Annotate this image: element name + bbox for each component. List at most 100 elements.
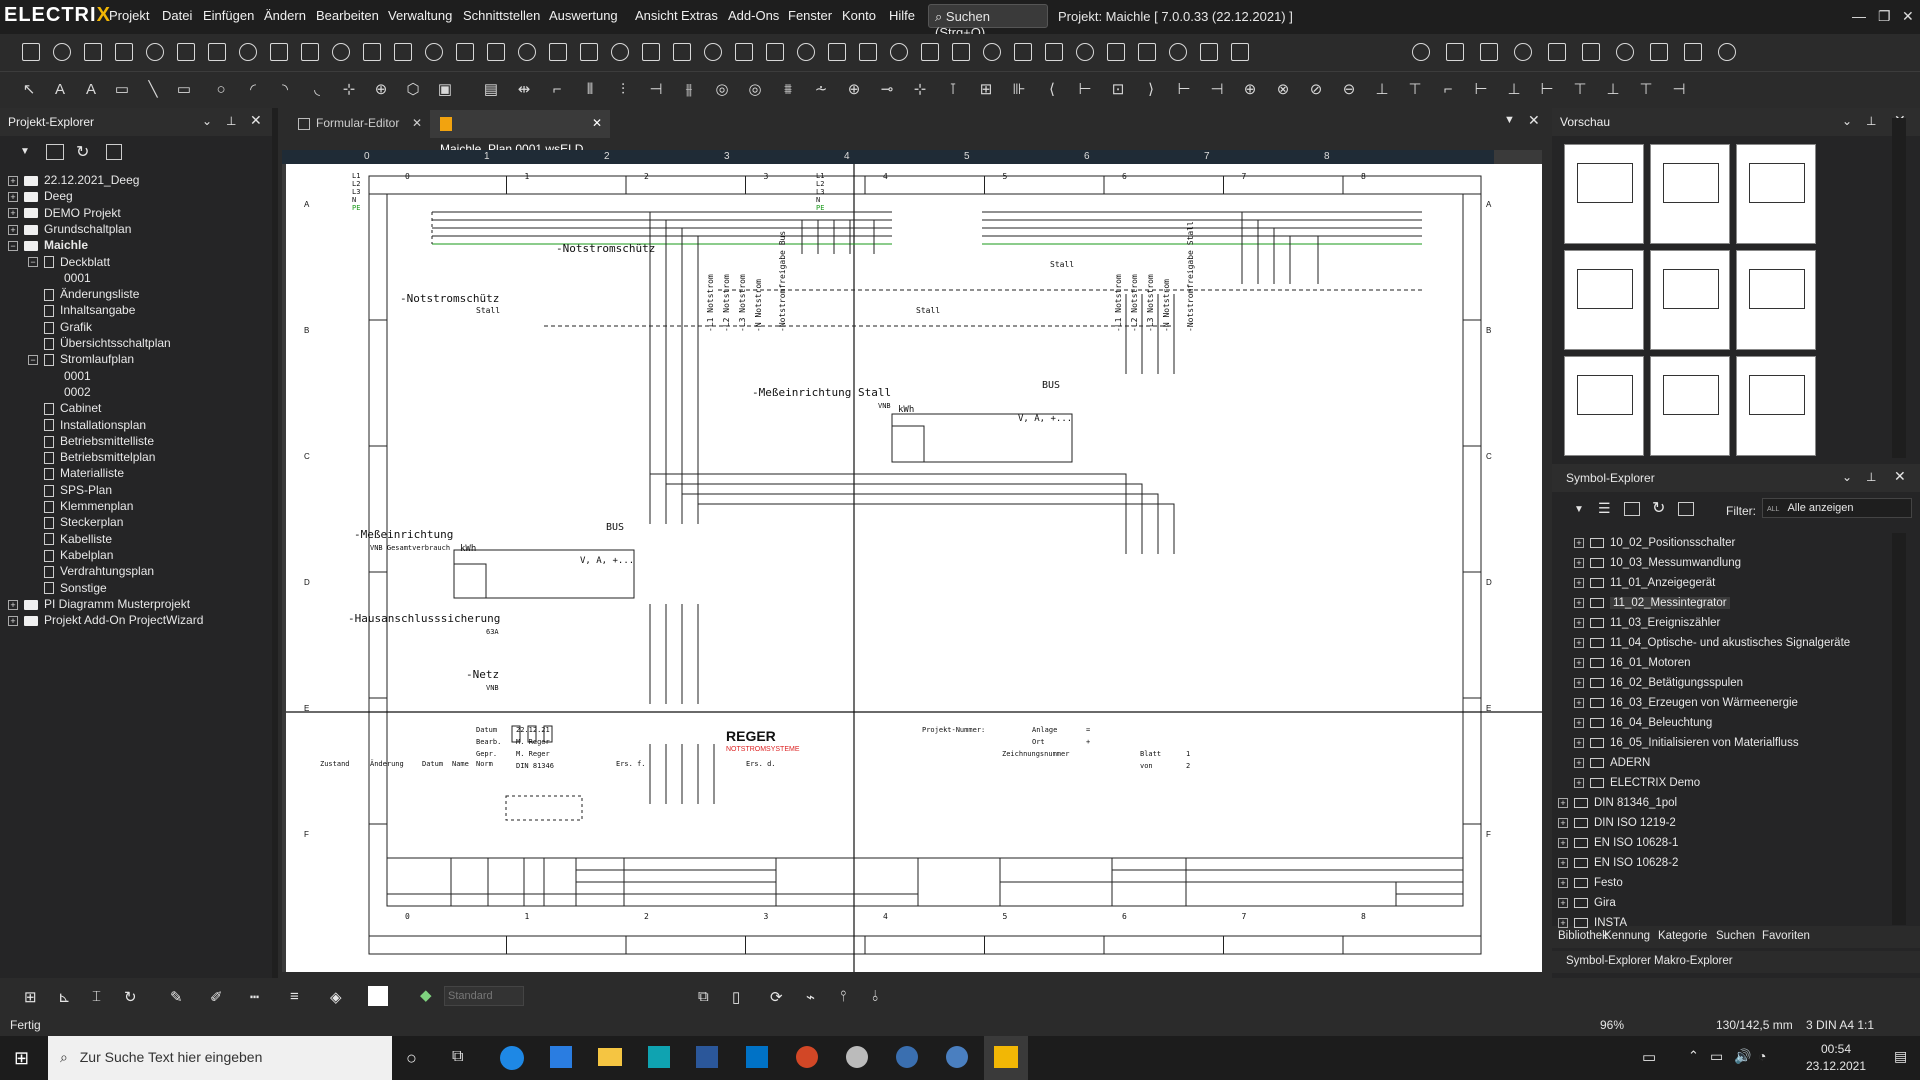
expand-icon[interactable]: +	[1574, 677, 1584, 688]
draw-tool-17-icon[interactable]: ⫴	[581, 81, 599, 99]
close-panel-icon[interactable]: ✕	[1894, 468, 1906, 485]
symbol-list-item[interactable]: + Gira	[1558, 893, 1616, 913]
symbol-preview-thumbnail[interactable]	[1564, 144, 1644, 244]
toolbar-button-38-icon[interactable]	[1200, 43, 1218, 61]
menu-6[interactable]: Schnittstellen	[463, 8, 540, 23]
symbol-preview-thumbnail[interactable]	[1650, 356, 1730, 456]
electrix-taskbar-button[interactable]	[984, 1036, 1028, 1080]
schematic-sheet[interactable]: 0 1 2 3 4 5 6 7 8 0 1 2 3 4 5 6 7 8 A B C D E F A B C D E F L1 L2 L3…	[286, 164, 1542, 972]
expand-icon[interactable]: +	[8, 208, 18, 219]
draw-tool-49-icon[interactable]: ⊤	[1637, 81, 1655, 99]
toolbar-button-16-icon[interactable]	[518, 43, 536, 61]
toolbar-button-9-icon[interactable]	[301, 43, 319, 61]
expand-icon[interactable]: +	[1574, 577, 1584, 588]
draw-tool-16-icon[interactable]: ⌐	[548, 81, 566, 99]
symbol-list-item[interactable]: + DIN ISO 1219-2	[1558, 813, 1676, 833]
copy-icon[interactable]	[1678, 502, 1694, 516]
symbol-preview-thumbnail[interactable]	[1650, 250, 1730, 350]
refresh-icon[interactable]: ↻	[76, 142, 89, 162]
symbol-preview-thumbnail[interactable]	[1564, 250, 1644, 350]
toolbar-button-8-icon[interactable]	[270, 43, 288, 61]
line-type-icon[interactable]: ┅	[250, 988, 259, 1006]
toolbar-button-13-icon[interactable]	[425, 43, 443, 61]
draw-tool-13-icon[interactable]: ▣	[436, 81, 454, 99]
expand-icon[interactable]: +	[1574, 657, 1584, 668]
cortana-icon[interactable]: ○	[406, 1048, 417, 1069]
menu-0[interactable]: Projekt	[109, 8, 149, 23]
draw-tool-3-icon[interactable]: ▭	[113, 81, 131, 99]
close-panel-icon[interactable]: ✕	[250, 112, 262, 129]
toolbar-button-22-icon[interactable]	[704, 43, 722, 61]
draw-tool-47-icon[interactable]: ⊤	[1571, 81, 1589, 99]
draw-tool-5-icon[interactable]: ▭	[175, 81, 193, 99]
refresh-icon[interactable]: ↻	[1652, 498, 1665, 518]
symbol-list-item[interactable]: + EN ISO 10628-2	[1558, 853, 1678, 873]
toolbar-button-30-icon[interactable]	[952, 43, 970, 61]
search-input[interactable]: ⌕ Suchen (Strg+Q)	[928, 4, 1048, 40]
expand-icon[interactable]: +	[8, 192, 18, 203]
menu-12[interactable]: Konto	[842, 8, 876, 23]
draw-tool-8-icon[interactable]: ◝	[276, 81, 294, 99]
expand-icon[interactable]: −	[28, 355, 38, 366]
expand-icon[interactable]: +	[8, 615, 18, 626]
filter-select[interactable]: ALL Alle anzeigen	[1762, 498, 1912, 518]
group-icon[interactable]: ⧉	[698, 988, 709, 1005]
edge-icon[interactable]	[500, 1046, 524, 1070]
task-view-icon[interactable]: ⧉	[452, 1048, 463, 1066]
symbol-list-item[interactable]: +16_03_Erzeugen von Wärmeenergie	[1574, 693, 1798, 713]
expand-icon[interactable]: +	[1558, 877, 1568, 888]
draw-tool-35-icon[interactable]: ⊢	[1175, 81, 1193, 99]
draw-tool-0-icon[interactable]: ↖	[20, 81, 38, 99]
toolbar-button-35-icon[interactable]	[1107, 43, 1125, 61]
library-tab[interactable]: Kategorie	[1658, 930, 1707, 942]
toolbar-button-14-icon[interactable]	[456, 43, 474, 61]
toolbar-button-44-icon[interactable]	[1548, 43, 1566, 61]
toolbar-button-4-icon[interactable]	[146, 43, 164, 61]
toolbar-button-33-icon[interactable]	[1045, 43, 1063, 61]
expand-icon[interactable]: +	[1574, 597, 1584, 608]
tray-display-icon[interactable]: ▭	[1710, 1048, 1723, 1065]
draw-tool-44-icon[interactable]: ⊢	[1472, 81, 1490, 99]
draw-tool-6-icon[interactable]: ○	[212, 81, 230, 99]
draw-tool-14-icon[interactable]: ▤	[482, 81, 500, 99]
windows-start-icon[interactable]: ⊞	[14, 1048, 29, 1069]
toolbar-button-40-icon[interactable]	[1412, 43, 1430, 61]
symbol-list-item[interactable]: + INSTA	[1558, 913, 1627, 933]
toolbar-button-26-icon[interactable]	[828, 43, 846, 61]
list-icon[interactable]: ☰	[1598, 500, 1611, 517]
word-icon[interactable]	[696, 1046, 718, 1068]
symbol-preview-thumbnail[interactable]	[1564, 356, 1644, 456]
toolbar-button-23-icon[interactable]	[735, 43, 753, 61]
tab-dropdown-icon[interactable]: ▼	[1504, 114, 1515, 126]
draw-tool-1-icon[interactable]: A	[51, 81, 69, 99]
toolbar-button-21-icon[interactable]	[673, 43, 691, 61]
draw-tool-38-icon[interactable]: ⊗	[1274, 81, 1292, 99]
draw-tool-22-icon[interactable]: ◎	[746, 81, 764, 99]
draw-tool-41-icon[interactable]: ⊥	[1373, 81, 1391, 99]
toolbar-button-7-icon[interactable]	[239, 43, 257, 61]
close-tab-icon[interactable]: ✕	[412, 110, 422, 136]
outlook-icon[interactable]	[746, 1046, 768, 1068]
draw-tool-21-icon[interactable]: ◎	[713, 81, 731, 99]
menu-3[interactable]: Ändern	[264, 8, 306, 23]
toolbar-button-10-icon[interactable]	[332, 43, 350, 61]
toolbar-button-18-icon[interactable]	[580, 43, 598, 61]
draw-tool-7-icon[interactable]: ◜	[244, 81, 262, 99]
draw-tool-18-icon[interactable]: ⫶	[614, 81, 632, 99]
menu-5[interactable]: Verwaltung	[388, 8, 452, 23]
draw-tool-28-icon[interactable]: ⊺	[944, 81, 962, 99]
chevron-down-icon[interactable]: ⌄	[202, 114, 212, 128]
toolbar-button-39-icon[interactable]	[1231, 43, 1249, 61]
draw-tool-39-icon[interactable]: ⊘	[1307, 81, 1325, 99]
expand-icon[interactable]: +	[1558, 897, 1568, 908]
layer-icon[interactable]: ◆	[420, 986, 432, 1004]
copy-icon[interactable]	[106, 144, 122, 160]
symbol-list-item[interactable]: +11_04_Optische- und akustisches Signalg…	[1574, 633, 1850, 653]
toolbar-button-15-icon[interactable]	[487, 43, 505, 61]
toolbar-button-29-icon[interactable]	[921, 43, 939, 61]
clock[interactable]: 00:54 23.12.2021	[1796, 1042, 1876, 1073]
explorer-tab[interactable]: Makro-Explorer	[1654, 955, 1733, 967]
draw-tool-15-icon[interactable]: ⇹	[515, 81, 533, 99]
draw-tool-30-icon[interactable]: ⊪	[1010, 81, 1028, 99]
symbol-list-item[interactable]: +11_02_Messintegrator	[1574, 593, 1730, 613]
